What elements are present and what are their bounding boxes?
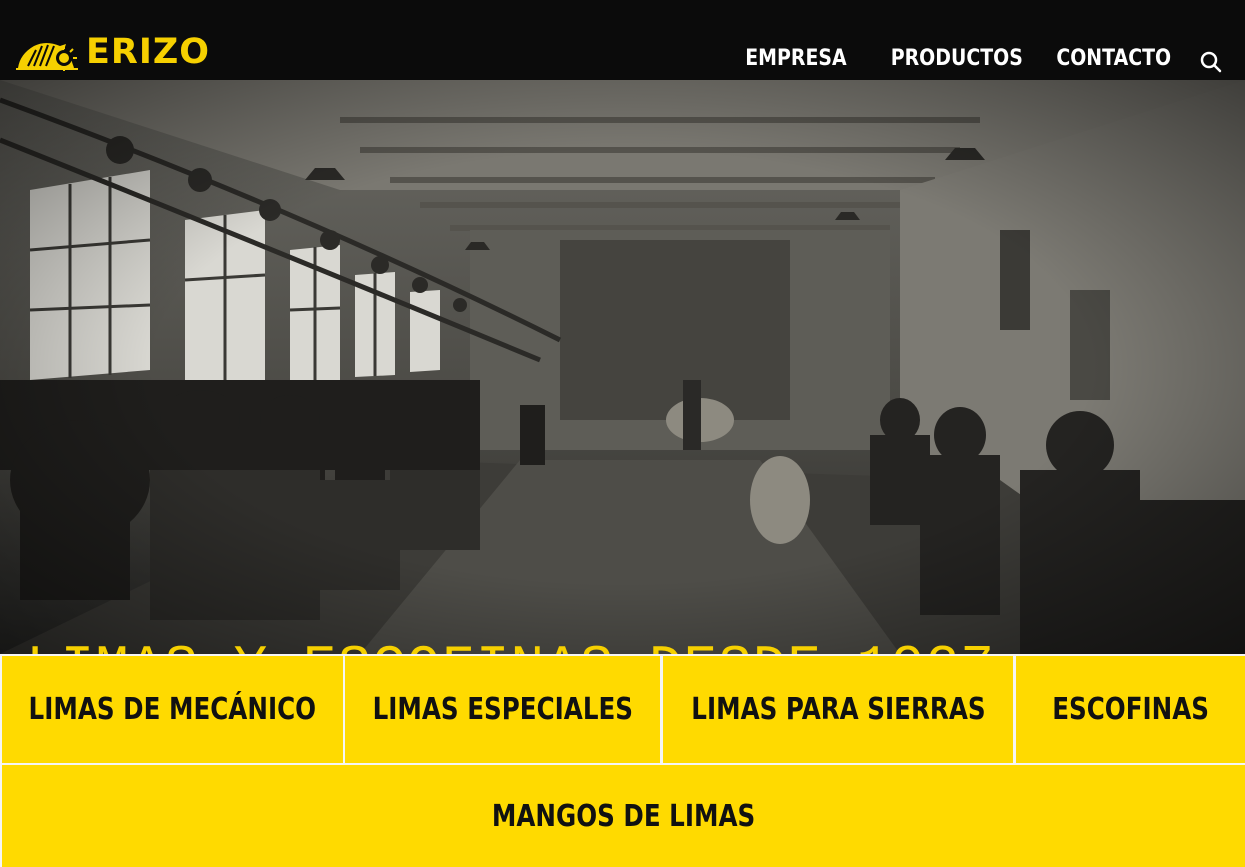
logo-text: ERIZO (86, 32, 211, 72)
category-grid: LIMAS DE MECÁNICO LIMAS ESPECIALES LIMAS… (0, 654, 1245, 867)
nav-item-productos[interactable]: PRODUCTOS (891, 46, 1023, 71)
category-label: MANGOS DE LIMAS (491, 798, 756, 834)
nav-item-empresa[interactable]: EMPRESA (745, 46, 846, 71)
category-mangos-de-limas[interactable]: MANGOS DE LIMAS (2, 765, 1245, 867)
hero-banner: LIMAS Y ESCOFINAS DESDE 1927 (0, 80, 1245, 654)
category-label: LIMAS PARA SIERRAS (690, 692, 986, 727)
hedgehog-logo-icon (16, 43, 78, 71)
search-icon[interactable] (1199, 50, 1223, 74)
site-header: ERIZO EMPRESA PRODUCTOS CONTACTO (0, 0, 1245, 80)
logo[interactable]: ERIZO (14, 30, 210, 74)
category-label: ESCOFINAS (1052, 692, 1209, 727)
category-limas-de-mecanico[interactable]: LIMAS DE MECÁNICO (2, 656, 343, 763)
hero-title: LIMAS Y ESCOFINAS DESDE 1927 (26, 636, 995, 654)
nav-item-contacto[interactable]: CONTACTO (1056, 46, 1171, 71)
category-label: LIMAS ESPECIALES (372, 692, 633, 727)
category-limas-especiales[interactable]: LIMAS ESPECIALES (345, 656, 660, 763)
category-escofinas[interactable]: ESCOFINAS (1016, 656, 1245, 763)
category-limas-para-sierras[interactable]: LIMAS PARA SIERRAS (663, 656, 1013, 763)
factory-photo (0, 80, 1245, 654)
category-label: LIMAS DE MECÁNICO (28, 692, 317, 727)
